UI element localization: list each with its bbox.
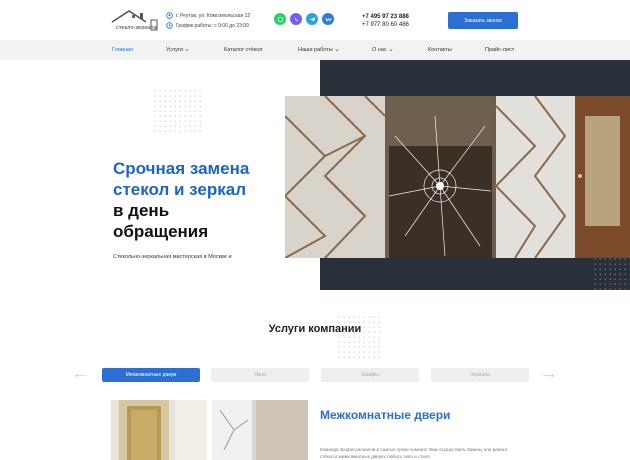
services-title: Услуги компании <box>268 323 362 335</box>
nav-item-contacts[interactable]: Контакты <box>428 40 452 60</box>
nav-item-label: О нас <box>372 47 387 53</box>
nav-item-label: Контакты <box>428 47 452 53</box>
working-hours: График работы: с 9:00 до 23:00 <box>166 22 249 29</box>
chevron-down-icon <box>335 49 339 52</box>
services-tabs: Межкомнатные двери Окна Шкафы Зеркала <box>0 368 630 382</box>
chevron-down-icon <box>389 49 393 52</box>
door-photo-2 <box>212 400 308 460</box>
telegram-icon[interactable] <box>306 13 318 25</box>
chevron-down-icon <box>185 49 189 52</box>
nav-item-label: Наши работы <box>298 47 333 53</box>
broken-glass-photo <box>285 96 630 258</box>
hero-subtitle: Стекольно-зеркальная мастерская в Москве… <box>113 254 232 260</box>
nav-item-label: Прайс-лист <box>485 47 515 53</box>
address-text: г. Реутов, ул. Комсомольская 12 <box>176 12 251 19</box>
phone-numbers: +7 495 97 23 888 +7 977 80 60 486 <box>362 13 409 29</box>
service-description: Команда профессионалов в сжатые сроки по… <box>320 447 508 459</box>
clock-icon <box>166 22 173 29</box>
main-nav: Главная Услуги Каталог стёкол Наши работ… <box>0 40 630 60</box>
door-photo-1 <box>111 400 207 460</box>
hero-title-line: стекол и зеркал <box>113 180 247 199</box>
hours-text: График работы: с 9:00 до 23:00 <box>176 22 249 29</box>
hero-title-line: обращения <box>113 222 209 241</box>
nav-item-services[interactable]: Услуги <box>166 40 189 60</box>
nav-item-catalog[interactable]: Каталог стёкол <box>224 40 262 60</box>
logo[interactable]: стекло-зеркала <box>111 8 159 34</box>
tab-mirrors[interactable]: Зеркала <box>431 368 529 382</box>
dot-pattern-decoration <box>154 90 204 132</box>
logo-text: стекло-зеркала <box>116 25 157 31</box>
request-call-button[interactable]: Заказать звонок <box>448 12 518 29</box>
viber-icon[interactable] <box>290 13 302 25</box>
tab-interior-doors[interactable]: Межкомнатные двери <box>102 368 200 382</box>
nav-item-about[interactable]: О нас <box>372 40 393 60</box>
nav-item-label: Услуги <box>166 47 183 53</box>
hero-broken-glass-image <box>285 96 630 258</box>
nav-item-home[interactable]: Главная <box>112 40 133 60</box>
nav-item-pricelist[interactable]: Прайс-лист <box>485 40 514 60</box>
dot-pattern-decoration <box>594 258 630 290</box>
hero-title: Срочная замена стекол и зеркал в день об… <box>113 158 293 242</box>
nav-item-works[interactable]: Наши работы <box>298 40 339 60</box>
site-header: стекло-зеркала г. Реутов, ул. Комсомольс… <box>0 0 630 40</box>
address: г. Реутов, ул. Комсомольская 12 <box>166 12 250 19</box>
location-pin-icon <box>166 12 173 19</box>
tab-windows[interactable]: Окна <box>211 368 309 382</box>
tab-wardrobes[interactable]: Шкафы <box>321 368 419 382</box>
page: стекло-зеркала г. Реутов, ул. Комсомольс… <box>0 0 630 460</box>
service-heading: Межкомнатные двери <box>320 408 451 422</box>
nav-item-label: Главная <box>112 47 133 53</box>
whatsapp-icon[interactable] <box>274 13 286 25</box>
phone-secondary[interactable]: +7 977 80 60 486 <box>362 21 409 29</box>
hero-title-line: в день <box>113 201 170 220</box>
vk-icon[interactable] <box>322 13 334 25</box>
hero-title-line: Срочная замена <box>113 159 250 178</box>
social-links <box>274 13 334 25</box>
phone-primary[interactable]: +7 495 97 23 888 <box>362 13 409 21</box>
nav-item-label: Каталог стёкол <box>224 47 263 53</box>
